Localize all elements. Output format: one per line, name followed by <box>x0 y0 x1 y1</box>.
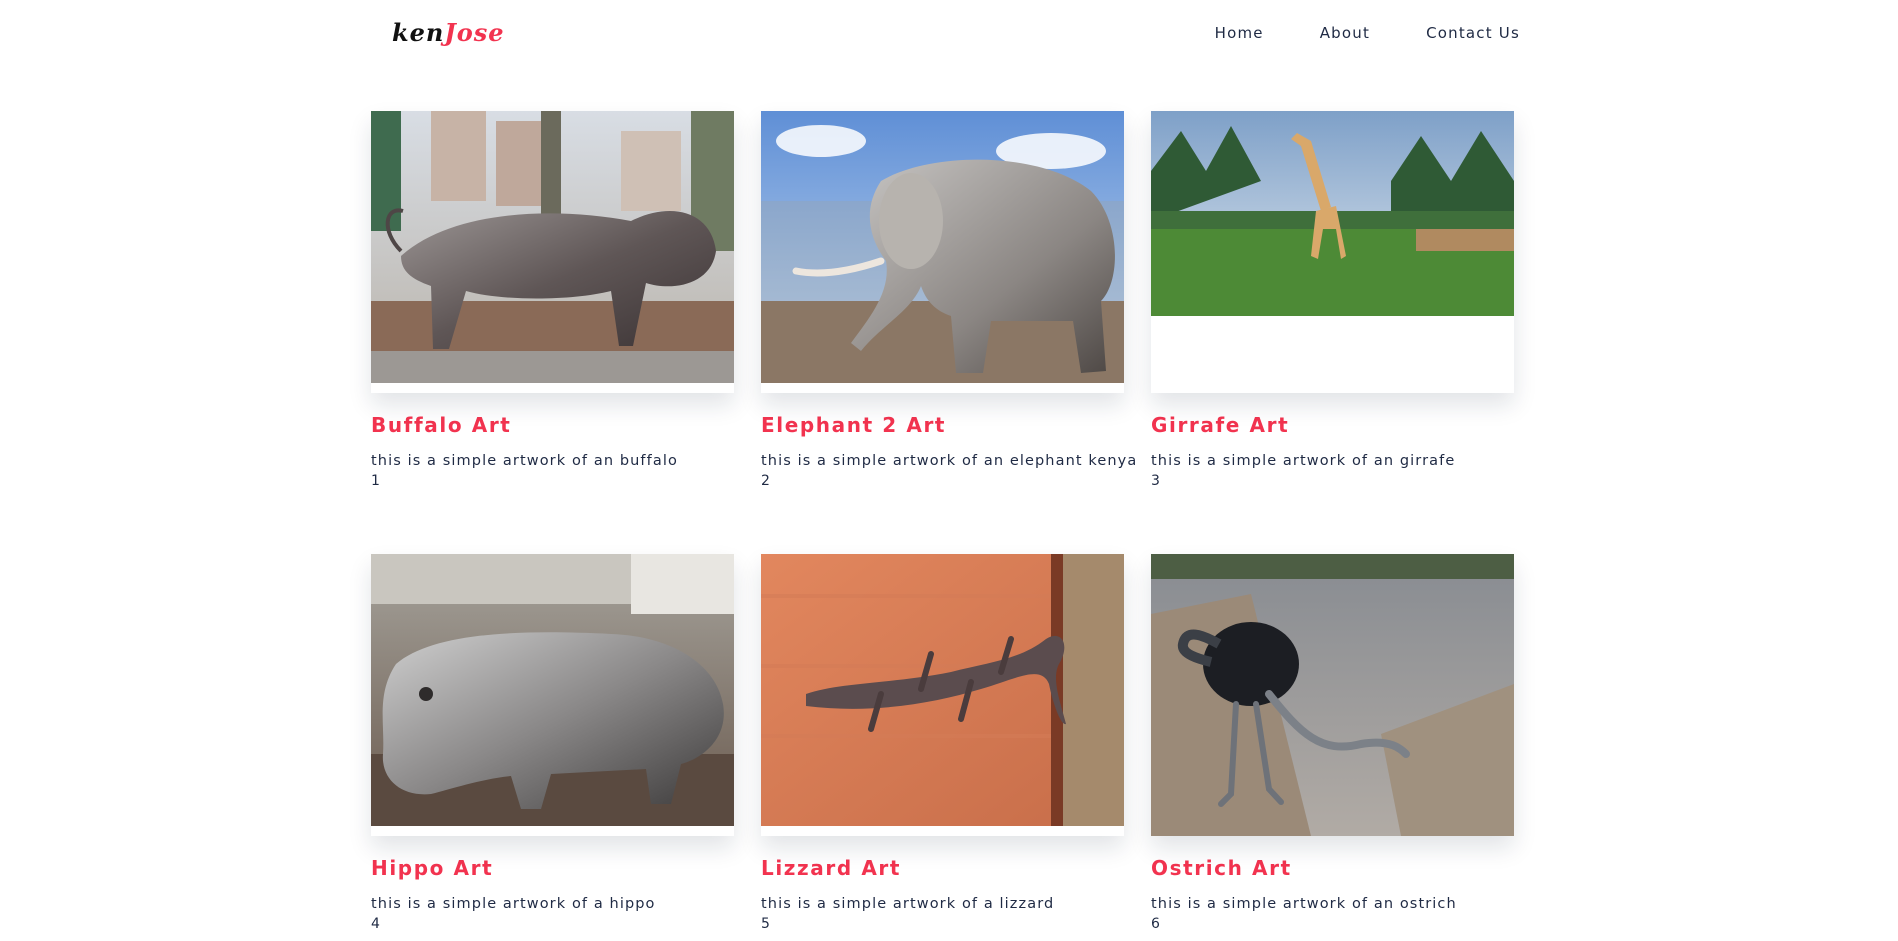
buffalo-sculpture-image[interactable] <box>371 111 734 383</box>
art-card-title[interactable]: Hippo Art <box>371 856 734 880</box>
art-card[interactable]: Hippo Art this is a simple artwork of a … <box>371 554 734 941</box>
art-card-image-frame <box>761 111 1124 393</box>
elephant-sculpture-image[interactable] <box>761 111 1124 383</box>
art-card-title[interactable]: Girrafe Art <box>1151 413 1514 437</box>
art-card-description: this is a simple artwork of an ostrich <box>1151 896 1457 912</box>
art-card-title[interactable]: Buffalo Art <box>371 413 734 437</box>
art-card-description: this is a simple artwork of an girrafe <box>1151 453 1456 469</box>
art-card-image-frame <box>371 111 734 393</box>
brand-logo-part1: ken <box>392 18 445 47</box>
nav-link-about[interactable]: About <box>1320 24 1370 42</box>
ostrich-sculpture-image[interactable] <box>1151 554 1514 836</box>
art-card-description: this is a simple artwork of a lizzard <box>761 896 1055 912</box>
art-card[interactable]: Lizzard Art this is a simple artwork of … <box>761 554 1124 941</box>
giraffe-sculpture-image[interactable] <box>1151 111 1514 316</box>
art-card-number: 2 <box>761 473 771 489</box>
art-card-description: this is a simple artwork of a hippo <box>371 896 656 912</box>
art-card-description: this is a simple artwork of an buffalo <box>371 453 678 469</box>
art-card[interactable]: Ostrich Art this is a simple artwork of … <box>1151 554 1514 941</box>
art-card-title[interactable]: Ostrich Art <box>1151 856 1514 880</box>
art-card[interactable]: Elephant 2 Art this is a simple artwork … <box>761 111 1138 498</box>
navbar: kenJose Home About Contact Us <box>0 0 1898 70</box>
nav-link-contact-us[interactable]: Contact Us <box>1426 24 1520 42</box>
nav-link-home[interactable]: Home <box>1215 24 1264 42</box>
hippo-sculpture-image[interactable] <box>371 554 734 826</box>
art-card-image-frame <box>1151 554 1514 836</box>
art-card-title[interactable]: Lizzard Art <box>761 856 1124 880</box>
art-card[interactable]: Buffalo Art this is a simple artwork of … <box>371 111 734 498</box>
art-card-number: 1 <box>371 473 381 489</box>
art-card-description: this is a simple artwork of an elephant … <box>761 453 1138 469</box>
art-card[interactable]: Girrafe Art this is a simple artwork of … <box>1151 111 1514 498</box>
art-card-image-frame <box>761 554 1124 836</box>
art-gallery: Buffalo Art this is a simple artwork of … <box>371 111 1514 941</box>
art-card-image-frame <box>371 554 734 836</box>
brand-logo[interactable]: kenJose <box>392 18 505 47</box>
art-card-image-frame <box>1151 111 1514 393</box>
brand-logo-part2: Jose <box>444 18 505 47</box>
art-card-number: 3 <box>1151 473 1161 489</box>
art-card-title[interactable]: Elephant 2 Art <box>761 413 1124 437</box>
nav-links: Home About Contact Us <box>1215 24 1520 42</box>
lizard-sculpture-image[interactable] <box>761 554 1124 826</box>
